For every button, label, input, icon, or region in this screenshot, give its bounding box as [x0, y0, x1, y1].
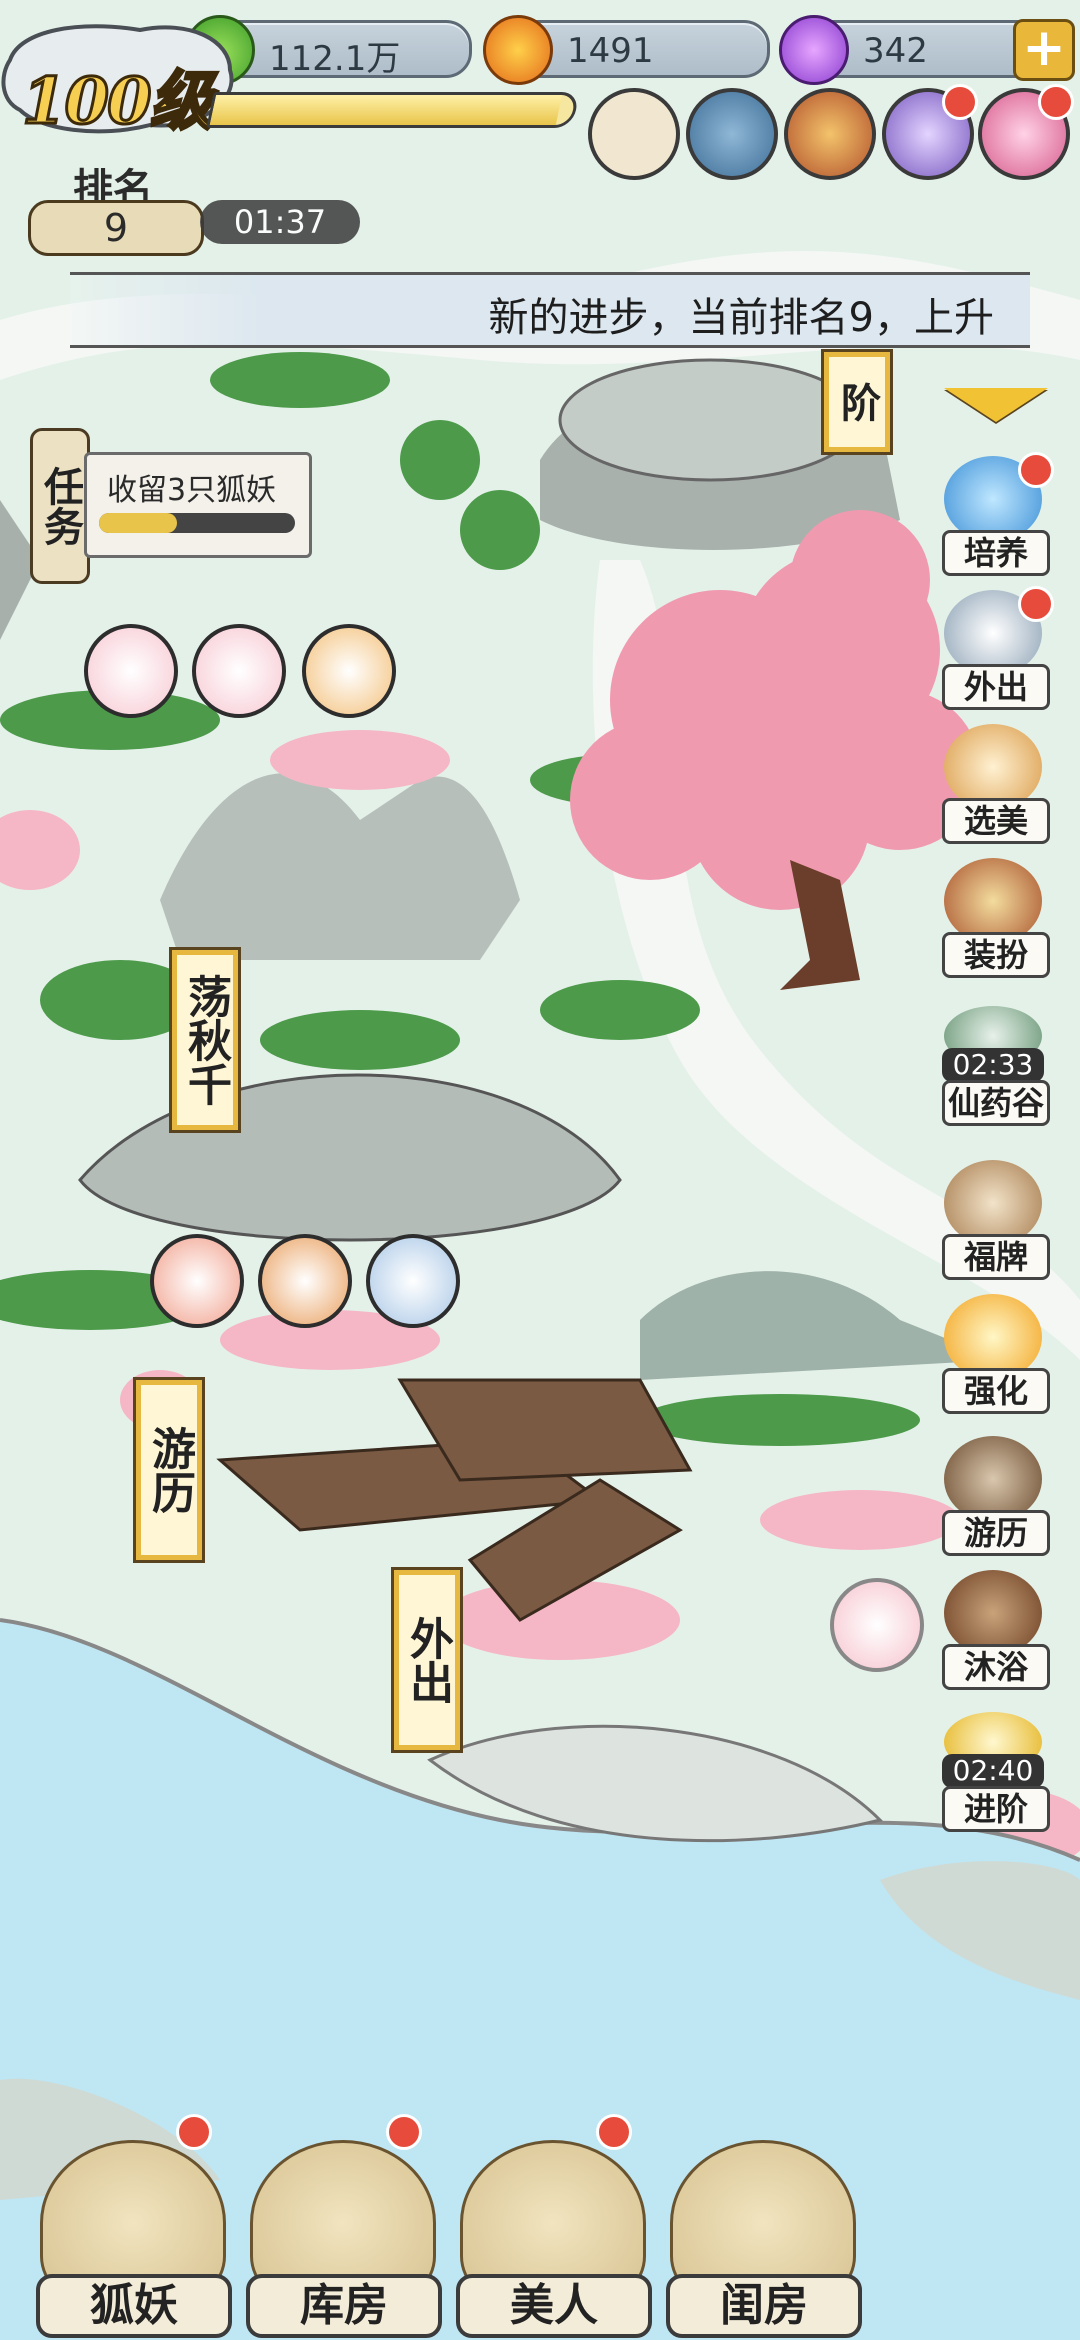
- nav-fox[interactable]: 狐妖: [30, 2100, 232, 2340]
- sign-swing[interactable]: 荡秋千: [172, 950, 238, 1130]
- sign-travel-text: 游历: [144, 1426, 195, 1514]
- add-gem-button[interactable]: +: [1013, 19, 1075, 81]
- task-text: 收留3只狐妖: [107, 473, 277, 508]
- notification-dot: [1018, 586, 1054, 622]
- sign-travel[interactable]: 游历: [136, 1380, 202, 1560]
- menu-herb-valley[interactable]: 02:33 仙药谷: [938, 1006, 1050, 1126]
- gem-resource[interactable]: 342 +: [779, 15, 1075, 85]
- fox-avatar[interactable]: [192, 624, 286, 718]
- menu-bath[interactable]: 沐浴: [938, 1570, 1050, 1690]
- nav-storehouse[interactable]: 库房: [240, 2100, 442, 2340]
- jade-amount: 112.1万: [269, 39, 401, 79]
- jade-disc-icon[interactable]: [882, 84, 978, 180]
- menu-cultivate-label: 培养: [942, 530, 1050, 576]
- menu-fortune-plaque[interactable]: 福牌: [938, 1160, 1050, 1280]
- task-panel[interactable]: 收留3只狐妖: [84, 452, 312, 558]
- sign-swing-text: 荡秋千: [180, 974, 231, 1106]
- menu-enhance-label: 强化: [942, 1368, 1050, 1414]
- rank-value[interactable]: 9: [28, 200, 204, 256]
- coin-amount: 1491: [567, 31, 654, 71]
- sign-advance[interactable]: 阶: [824, 352, 890, 452]
- menu-travel[interactable]: 游历: [938, 1436, 1050, 1556]
- notification-dot: [942, 84, 978, 120]
- advance-timer: 02:40: [942, 1754, 1044, 1788]
- world-map[interactable]: [0, 0, 1080, 2340]
- fox-avatar[interactable]: [302, 624, 396, 718]
- player-level: 100级: [21, 63, 216, 141]
- menu-outing[interactable]: 外出: [938, 586, 1054, 710]
- fox-avatar[interactable]: [150, 1234, 244, 1328]
- task-scroll[interactable]: 任务: [30, 428, 90, 584]
- fox-avatar[interactable]: [366, 1234, 460, 1328]
- notification-dot: [1018, 452, 1054, 488]
- task-progress-bar: [99, 513, 295, 533]
- sign-outing[interactable]: 外出: [394, 1570, 460, 1750]
- notification-dot: [596, 2114, 632, 2150]
- menu-beauty-contest-label: 选美: [942, 798, 1050, 844]
- task-progress-fill: [99, 513, 178, 533]
- herb-valley-timer: 02:33: [942, 1048, 1044, 1082]
- nav-fox-label: 狐妖: [36, 2274, 232, 2338]
- fox-avatar[interactable]: [830, 1578, 924, 1672]
- menu-advance-label: 进阶: [942, 1786, 1050, 1832]
- nav-storehouse-label: 库房: [246, 2274, 442, 2338]
- gear-gift-icon[interactable]: [686, 88, 778, 180]
- nav-beauty[interactable]: 美人: [450, 2100, 652, 2340]
- scroll-letter-icon[interactable]: [588, 88, 680, 180]
- menu-advance[interactable]: 02:40 进阶: [938, 1712, 1050, 1832]
- notice-banner: 新的进步，当前排名9，上升: [70, 272, 1030, 348]
- menu-dress-up-label: 装扮: [942, 932, 1050, 978]
- menu-herb-valley-label: 仙药谷: [942, 1080, 1050, 1126]
- xp-fill: [209, 95, 562, 125]
- level-badge[interactable]: 100级: [0, 20, 240, 141]
- menu-outing-label: 外出: [942, 664, 1050, 710]
- menu-dress-up[interactable]: 装扮: [938, 858, 1050, 978]
- nav-boudoir-label: 闺房: [666, 2274, 862, 2338]
- menu-cultivate[interactable]: 培养: [938, 452, 1054, 576]
- notification-dot: [176, 2114, 212, 2150]
- collapse-menu-arrow-icon[interactable]: [944, 388, 1048, 422]
- rank-label: 排名: [73, 165, 153, 212]
- flower-charm-icon[interactable]: [978, 84, 1074, 180]
- fox-avatar[interactable]: [258, 1234, 352, 1328]
- nav-beauty-label: 美人: [456, 2274, 652, 2338]
- sign-outing-text: 外出: [402, 1616, 453, 1704]
- menu-enhance[interactable]: 强化: [938, 1294, 1050, 1414]
- menu-beauty-contest[interactable]: 选美: [938, 724, 1050, 844]
- purple-gem-icon: [779, 15, 849, 85]
- gem-amount: 342: [863, 31, 928, 71]
- menu-fortune-plaque-label: 福牌: [942, 1234, 1050, 1280]
- menu-bath-label: 沐浴: [942, 1644, 1050, 1690]
- menu-travel-label: 游历: [942, 1510, 1050, 1556]
- fox-avatar[interactable]: [84, 624, 178, 718]
- treasure-chest-icon[interactable]: [784, 88, 876, 180]
- notification-dot: [386, 2114, 422, 2150]
- sign-advance-text: 阶: [834, 382, 881, 422]
- nav-boudoir[interactable]: 闺房: [660, 2100, 862, 2340]
- rank-timer: 01:37: [200, 200, 360, 244]
- gold-coin-icon: [483, 15, 553, 85]
- notification-dot: [1038, 84, 1074, 120]
- xp-bar: [206, 92, 580, 128]
- notice-text: 新的进步，当前排名9，上升: [488, 295, 994, 341]
- coin-resource[interactable]: 1491: [483, 15, 770, 85]
